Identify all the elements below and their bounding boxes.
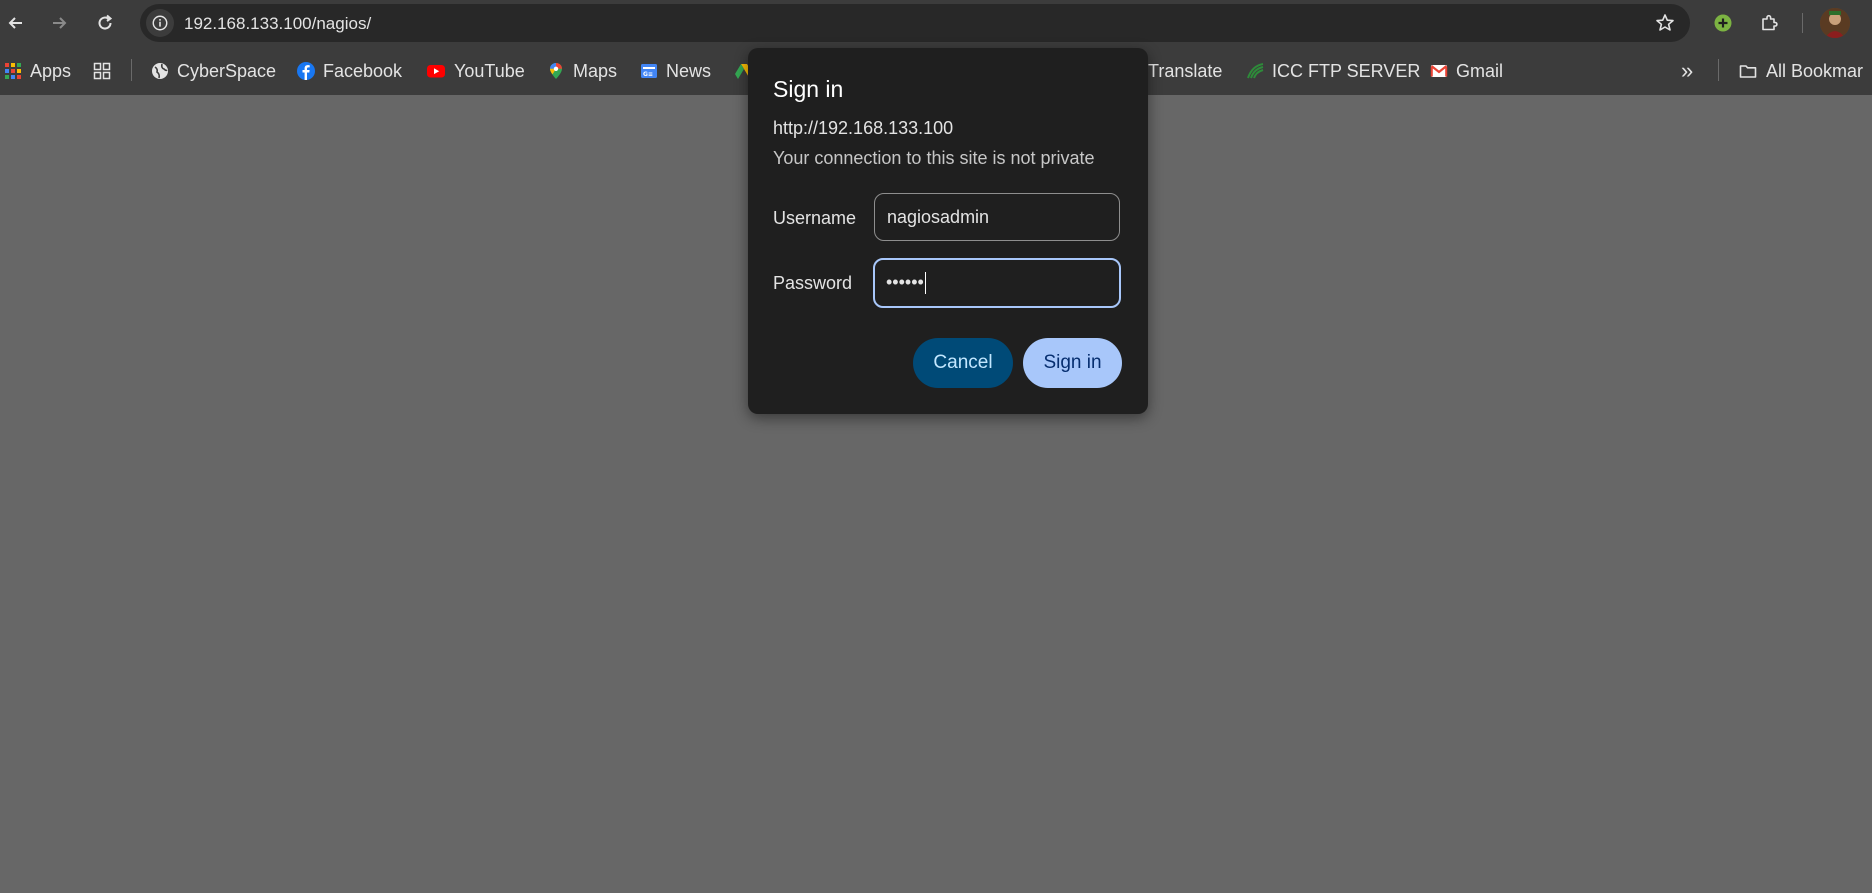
bookmark-icc-ftp-server[interactable]: ICC FTP SERVER	[1246, 58, 1420, 84]
all-bookmarks-button[interactable]: All Bookmar	[1738, 58, 1863, 84]
password-label: Password	[773, 273, 853, 293]
sign-in-dialog: Sign in http://192.168.133.100 Your conn…	[748, 48, 1148, 414]
bookmark-facebook[interactable]: Facebook	[297, 58, 402, 84]
url-text[interactable]: 192.168.133.100/nagios/	[184, 14, 371, 34]
chevron-double-right-icon: »	[1681, 58, 1694, 83]
gmail-icon	[1430, 65, 1448, 77]
bookmark-translate[interactable]: Translate	[1148, 58, 1222, 84]
info-icon	[152, 15, 168, 31]
bookmark-label: Translate	[1148, 60, 1223, 81]
forward-button[interactable]	[44, 8, 74, 38]
password-field[interactable]: ••••••	[873, 258, 1121, 308]
extension-button[interactable]	[1708, 8, 1738, 38]
add-extension-icon	[1714, 14, 1732, 32]
reload-button[interactable]	[90, 8, 120, 38]
dialog-origin: http://192.168.133.100	[773, 118, 954, 138]
star-icon	[1656, 14, 1674, 31]
arrow-right-icon	[53, 17, 67, 29]
globe-icon	[152, 63, 168, 79]
svg-text:G≡: G≡	[643, 71, 653, 78]
folder-icon	[1739, 65, 1757, 78]
bookmark-gmail[interactable]: Gmail	[1430, 58, 1503, 84]
bookmark-label: CyberSpace	[177, 60, 277, 81]
avatar-image-icon	[1820, 8, 1850, 38]
tab-groups-icon	[93, 62, 111, 80]
profile-avatar[interactable]	[1820, 8, 1850, 38]
bookmark-label: ICC FTP SERVER	[1272, 60, 1421, 81]
sign-in-button[interactable]: Sign in	[1023, 338, 1122, 388]
site-info-button[interactable]	[146, 9, 174, 37]
bookmark-label: Gmail	[1456, 60, 1504, 81]
arrow-left-icon	[8, 17, 22, 29]
bookmarks-divider	[131, 59, 132, 81]
bookmark-label: YouTube	[454, 60, 525, 81]
connection-warning: Your connection to this site is not priv…	[773, 148, 1095, 168]
tab-groups-button[interactable]	[93, 58, 111, 84]
facebook-icon	[297, 62, 315, 80]
reload-icon	[98, 14, 113, 30]
bookmark-label: Maps	[573, 60, 618, 81]
icc-icon	[1247, 63, 1264, 79]
dialog-title: Sign in	[773, 76, 844, 102]
username-value: nagiosadmin	[887, 207, 990, 227]
text-cursor	[924, 272, 926, 295]
username-field[interactable]: nagiosadmin	[874, 193, 1120, 241]
bookmark-youtube[interactable]: YouTube	[426, 58, 525, 84]
bookmark-label: Apps	[30, 60, 72, 81]
bookmarks-divider	[1718, 59, 1719, 81]
puzzle-icon	[1762, 14, 1778, 31]
back-button[interactable]	[1, 8, 31, 38]
youtube-icon	[427, 65, 445, 78]
bookmarks-overflow-button[interactable]: »	[1681, 58, 1693, 84]
bookmark-label: News	[666, 60, 712, 81]
bookmark-label: All Bookmar	[1766, 60, 1864, 81]
maps-pin-icon	[550, 63, 562, 79]
bookmark-label: Facebook	[323, 60, 403, 81]
username-label: Username	[773, 208, 857, 228]
cancel-button[interactable]: Cancel	[913, 338, 1013, 388]
browser-toolbar: 192.168.133.100/nagios/	[0, 0, 1872, 46]
toolbar-divider	[1802, 13, 1803, 33]
bookmark-cyberspace[interactable]: CyberSpace	[151, 58, 276, 84]
bookmark-star-button[interactable]	[1654, 12, 1676, 34]
apps-grid-icon	[5, 63, 21, 79]
password-value: ••••••	[886, 272, 924, 292]
bookmark-maps[interactable]: Maps	[547, 58, 617, 84]
extensions-menu-button[interactable]	[1754, 8, 1784, 38]
news-icon: G≡	[641, 64, 657, 78]
bookmark-apps[interactable]: Apps	[4, 58, 71, 84]
bookmark-news[interactable]: G≡ News	[640, 58, 711, 84]
address-bar[interactable]: 192.168.133.100/nagios/	[140, 4, 1690, 42]
